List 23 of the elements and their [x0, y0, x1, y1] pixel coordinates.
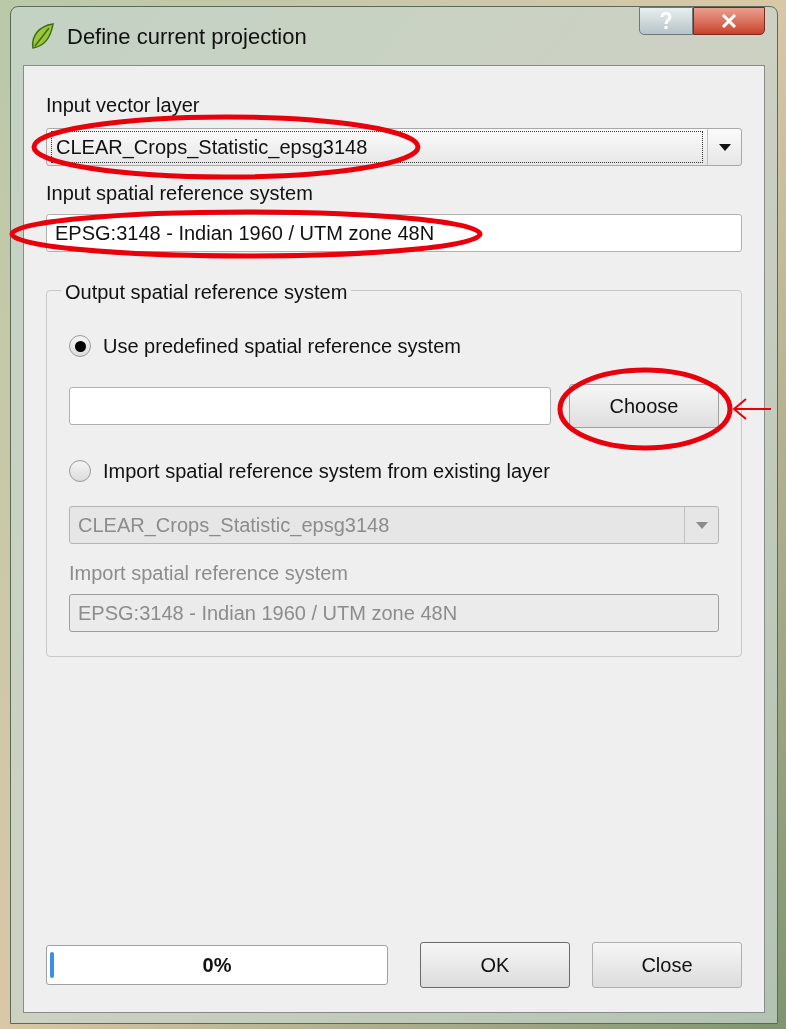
field-label: Input vector layer: [46, 93, 201, 118]
pointer-arrow: [732, 398, 771, 420]
layer-dropdown[interactable]: CLEAR_Crops_Statistic_epsg3148: [46, 128, 742, 166]
field-label: Import spatial reference system: [69, 561, 349, 586]
field-label: Input spatial reference system: [46, 181, 314, 206]
ok-button[interactable]: OK: [420, 942, 570, 988]
help-button[interactable]: [639, 7, 693, 35]
progress-text: 0%: [202, 953, 232, 978]
leaf-icon: [29, 22, 55, 50]
close-button[interactable]: Close: [592, 942, 742, 988]
radio-button[interactable]: [69, 460, 91, 482]
radio-button[interactable]: [69, 335, 91, 357]
choose-button[interactable]: Choose: [569, 384, 719, 428]
radio-label: Import spatial reference system from existing layer: [103, 459, 550, 484]
crs-input-field[interactable]: [69, 387, 551, 425]
close-window-button[interactable]: [693, 7, 765, 35]
close-icon: [721, 14, 737, 28]
dropdown-arrow-icon: [718, 143, 731, 151]
text-field[interactable]: EPSG:3148 - Indian 1960 / UTM zone 48N: [46, 214, 742, 252]
radio-label: Use predefined spatial reference system: [103, 334, 461, 359]
help-icon: [660, 12, 672, 30]
window-title: Define current projection: [67, 22, 307, 51]
dropdown-arrow-icon: [695, 521, 708, 529]
